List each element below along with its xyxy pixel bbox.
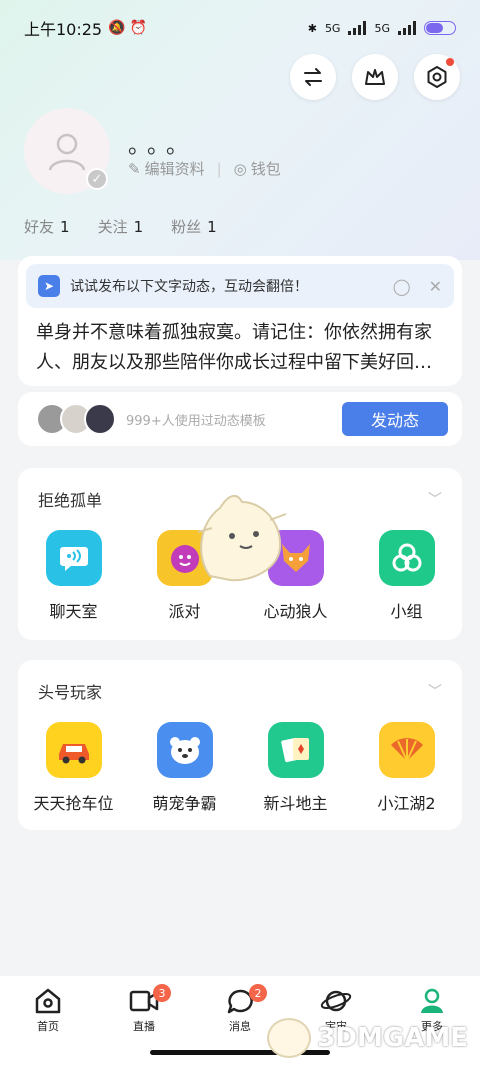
- mascot-illustration[interactable]: [190, 488, 290, 584]
- app-label: 小组: [390, 602, 423, 621]
- stat-value: 1: [60, 218, 70, 236]
- user-avatars: [36, 403, 116, 435]
- group-icon: [378, 530, 435, 586]
- section-games: 头号玩家 ﹀ 天天抢车位 萌宠争霸 新斗地主 小江湖2: [18, 660, 462, 830]
- network-label-2: 5G: [374, 21, 390, 35]
- avatar: [84, 403, 116, 435]
- tab-badge: 2: [249, 984, 267, 1002]
- post-suggestion-card[interactable]: ➤ 试试发布以下文字动态，互动会翻倍！ ◯ ✕ 单身并不意味着孤独寂寞。请记住：…: [18, 256, 462, 386]
- edit-profile-link[interactable]: ✎ 编辑资料: [128, 158, 205, 179]
- stat-following[interactable]: 关注 1: [98, 216, 144, 237]
- crown-icon: [365, 69, 385, 85]
- watermark-mascot-icon: [267, 1018, 312, 1058]
- hint-text: 试试发布以下文字动态，互动会翻倍！: [70, 279, 308, 295]
- stat-value: 1: [207, 218, 217, 236]
- watermark: 3DMGAME: [267, 1018, 468, 1058]
- section-title: 拒绝孤单: [38, 491, 103, 510]
- stat-friends[interactable]: 好友 1: [24, 216, 70, 237]
- avatar-check-icon: ✓: [86, 168, 108, 190]
- post-button[interactable]: 发动态: [342, 402, 448, 436]
- tab-home[interactable]: 首页: [13, 988, 83, 1066]
- divider: |: [216, 159, 222, 178]
- notification-dot: [446, 58, 454, 66]
- section-title: 头号玩家: [38, 683, 103, 702]
- chatroom-icon: [45, 530, 102, 586]
- avatar[interactable]: ✓: [24, 108, 110, 194]
- switch-account-button[interactable]: [290, 54, 336, 100]
- stat-value: 1: [133, 218, 144, 236]
- close-icon[interactable]: ✕: [429, 277, 442, 296]
- edit-profile-label: 编辑资料: [144, 160, 205, 178]
- app-group[interactable]: 小组: [357, 530, 457, 622]
- stats-row: 好友 1 关注 1 粉丝 1: [24, 216, 217, 237]
- settings-button[interactable]: [414, 54, 460, 100]
- status-bar: 上午10:25 🔕 ⏰ ✱ 5G 5G: [0, 0, 480, 56]
- home-icon: [35, 988, 61, 1014]
- watermark-text: 3DMGAME: [317, 1023, 468, 1053]
- stat-label: 好友: [24, 218, 55, 236]
- stat-label: 关注: [97, 218, 128, 236]
- app-chatroom[interactable]: 聊天室: [24, 530, 124, 622]
- battery-icon: [424, 21, 456, 35]
- profile-icon: [421, 988, 443, 1013]
- settings-icon: [427, 66, 447, 88]
- app-landlord[interactable]: 新斗地主: [246, 722, 346, 814]
- planet-icon: [320, 990, 352, 1012]
- refresh-icon[interactable]: ◯: [393, 277, 411, 296]
- fan-icon: [378, 722, 435, 778]
- tab-label: 消息: [229, 1020, 251, 1033]
- chevron-down-icon[interactable]: ﹀: [428, 681, 442, 701]
- wallet-icon: ◎: [233, 159, 247, 178]
- send-icon: ➤: [38, 275, 60, 297]
- bear-icon: [156, 722, 213, 778]
- signal-icon: [398, 21, 416, 35]
- tab-label: 首页: [37, 1020, 59, 1033]
- app-label: 心动狼人: [263, 602, 328, 621]
- app-parking[interactable]: 天天抢车位: [24, 722, 124, 814]
- app-label: 新斗地主: [263, 794, 328, 813]
- vip-button[interactable]: [352, 54, 398, 100]
- app-jianghu[interactable]: 小江湖2: [357, 722, 457, 814]
- wallet-link[interactable]: ◎ 钱包: [234, 158, 281, 179]
- default-user-icon: [48, 133, 86, 171]
- username: 。。。: [128, 134, 197, 159]
- wallet-label: 钱包: [250, 160, 281, 178]
- signal-icon: [348, 21, 367, 35]
- hint-bar: ➤ 试试发布以下文字动态，互动会翻倍！ ◯ ✕: [26, 264, 454, 308]
- app-label: 派对: [168, 602, 201, 621]
- swap-icon: [304, 68, 322, 86]
- car-icon: [45, 722, 102, 778]
- network-label-1: 5G: [324, 21, 341, 35]
- template-row: 999+人使用过动态模板 发动态: [18, 392, 462, 446]
- cards-icon: [267, 722, 324, 778]
- status-time: 上午10:25: [24, 20, 103, 39]
- suggested-post-text: 单身并不意味着孤独寂寞。请记住：你依然拥有家人、朋友以及那些陪伴你成长过程中留下…: [36, 322, 432, 373]
- chevron-down-icon[interactable]: ﹀: [428, 489, 442, 509]
- app-label: 天天抢车位: [33, 794, 114, 813]
- stat-label: 粉丝: [171, 218, 202, 236]
- app-label: 萌宠争霸: [152, 794, 217, 813]
- stat-fans[interactable]: 粉丝 1: [171, 216, 217, 237]
- tab-badge: 3: [153, 984, 171, 1002]
- app-label: 小江湖2: [377, 794, 436, 813]
- bluetooth-icon: ✱: [307, 21, 317, 35]
- pencil-icon: ✎: [128, 159, 141, 178]
- template-usage-text: 999+人使用过动态模板: [126, 413, 266, 429]
- dnd-icon: 🔕: [108, 20, 126, 36]
- alarm-icon: ⏰: [129, 20, 147, 36]
- app-label: 聊天室: [49, 602, 98, 621]
- app-pet-battle[interactable]: 萌宠争霸: [135, 722, 235, 814]
- tab-label: 直播: [133, 1020, 155, 1033]
